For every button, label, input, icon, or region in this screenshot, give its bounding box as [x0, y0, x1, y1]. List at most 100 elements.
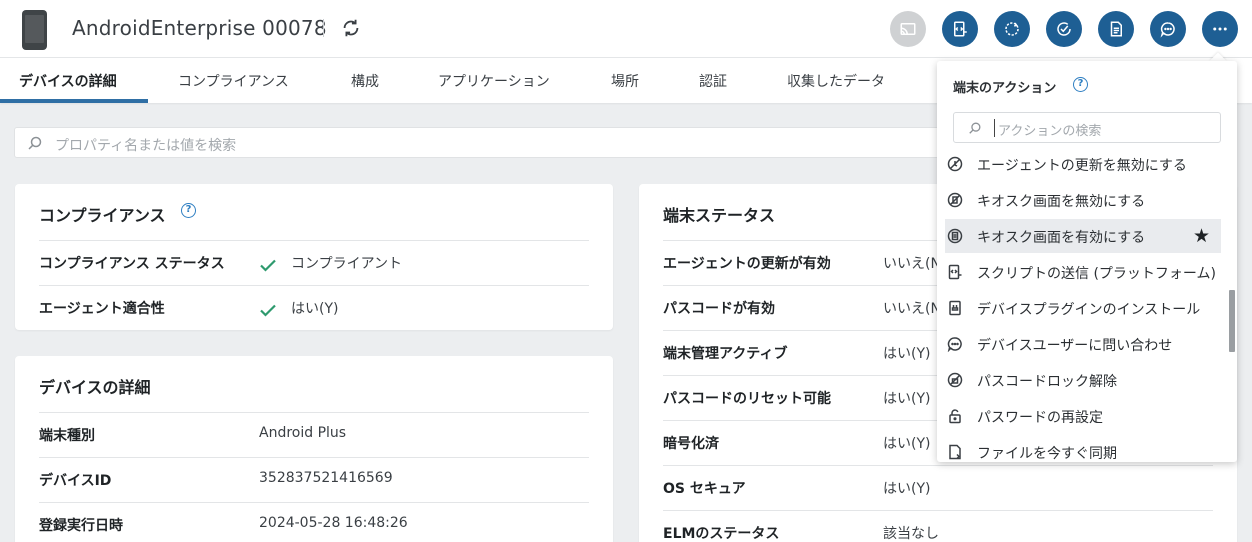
tab-compliance[interactable]: コンプライアンス — [178, 71, 289, 91]
reset-password-icon — [949, 409, 961, 424]
actions-menu-title: 端末のアクション — [953, 81, 1057, 96]
tab-configuration[interactable]: 構成 — [351, 71, 379, 91]
sync-icon — [1005, 22, 1019, 36]
row-divider — [663, 465, 1213, 466]
plugin-icon — [949, 300, 961, 316]
action-item-enable-kiosk[interactable]: キオスク画面を有効にする ★ — [945, 219, 1221, 253]
device-type-value: Android Plus — [259, 425, 347, 441]
device-id-label: デバイスID — [39, 473, 112, 489]
tab-location[interactable]: 場所 — [611, 71, 639, 91]
report-button[interactable] — [1098, 11, 1134, 47]
actions-scrollbar[interactable] — [1229, 290, 1235, 352]
status-label: パスコードのリセット可能 — [663, 391, 831, 407]
search-icon — [28, 136, 42, 150]
status-label: ELMのステータス — [663, 526, 780, 542]
star-icon[interactable]: ★ — [1193, 226, 1210, 246]
status-value: 該当なし — [883, 526, 939, 542]
help-icon[interactable]: ? — [181, 203, 196, 218]
send-script-icon — [954, 21, 967, 37]
script-icon — [948, 264, 962, 280]
row-divider — [39, 240, 589, 241]
device-title: AndroidEnterprise 00078 — [72, 16, 327, 40]
agent-compliance-value: はい(Y) — [291, 301, 339, 317]
row-divider — [39, 457, 589, 458]
action-item-label: キオスク画面を有効にする — [977, 230, 1146, 246]
action-item-install-plugin[interactable]: デバイスプラグインのインストール — [945, 291, 1221, 325]
action-item-disable-kiosk[interactable]: キオスク画面を無効にする — [945, 183, 1221, 217]
search-placeholder: プロパティ名または値を検索 — [55, 138, 237, 154]
status-label: 暗号化済 — [663, 436, 719, 452]
tab-device-details[interactable]: デバイスの詳細 — [19, 71, 117, 91]
contact-user-icon — [947, 337, 962, 352]
action-item-label: キオスク画面を無効にする — [977, 194, 1146, 210]
property-search-input[interactable]: プロパティ名または値を検索 — [14, 127, 974, 158]
unlock-passcode-icon — [947, 372, 963, 388]
more-icon — [1213, 27, 1227, 31]
phone-icon — [22, 10, 47, 50]
device-actions-menu: 端末のアクション ? アクションの検索 エージェントの更新を無効にする キオスク… — [937, 61, 1237, 462]
enable-kiosk-icon — [947, 228, 963, 244]
more-actions-button[interactable] — [1202, 11, 1238, 47]
chat-icon — [1160, 22, 1175, 38]
action-item-reset-password[interactable]: パスワードの再設定 — [945, 399, 1221, 433]
compliance-title: コンプライアンス — [39, 206, 166, 225]
device-details-card: デバイスの詳細 端末種別 Android Plus デバイスID 3528375… — [15, 356, 613, 542]
check-icon — [260, 259, 276, 272]
status-value: はい(Y) — [883, 346, 931, 362]
action-search-placeholder: アクションの検索 — [998, 124, 1102, 139]
tab-applications[interactable]: アプリケーション — [438, 71, 550, 91]
disable-update-icon — [947, 156, 963, 172]
sync-file-icon — [949, 444, 961, 460]
enrollment-date-label: 登録実行日時 — [39, 518, 123, 534]
check-icon — [260, 304, 276, 317]
title-divider — [323, 19, 324, 37]
text-cursor — [994, 119, 995, 137]
cast-icon — [900, 23, 916, 35]
device-status-title: 端末ステータス — [663, 206, 776, 225]
row-divider — [663, 510, 1213, 511]
enrollment-date-value: 2024-05-28 16:48:26 — [259, 515, 408, 531]
send-script-button[interactable] — [942, 11, 978, 47]
status-label: 端末管理アクティブ — [663, 346, 788, 362]
compliance-card: コンプライアンス ? コンプライアンス ステータス コンプライアント エージェン… — [15, 184, 613, 330]
status-label: OS セキュア — [663, 481, 746, 497]
refresh-icon[interactable] — [340, 17, 362, 39]
sync-button[interactable] — [994, 11, 1030, 47]
action-item-label: スクリプトの送信 (プラットフォーム) — [977, 266, 1216, 282]
action-item-unlock-passcode[interactable]: パスコードロック解除 — [945, 363, 1221, 397]
action-item-send-script[interactable]: スクリプトの送信 (プラットフォーム) — [945, 255, 1221, 289]
status-value: いいえ(N — [883, 301, 941, 317]
cast-button[interactable] — [890, 11, 926, 47]
agent-compliance-label: エージェント適合性 — [39, 301, 165, 317]
action-item-label: パスコードロック解除 — [977, 374, 1117, 390]
status-label: パスコードが有効 — [663, 301, 775, 317]
check-compliance-icon — [1057, 22, 1071, 36]
tab-collected-data[interactable]: 収集したデータ — [787, 71, 885, 91]
tab-authentication[interactable]: 認証 — [699, 71, 727, 91]
action-item-disable-agent-update[interactable]: エージェントの更新を無効にする — [945, 147, 1221, 181]
contact-button[interactable] — [1150, 11, 1186, 47]
action-search-input[interactable]: アクションの検索 — [953, 112, 1221, 143]
status-value: はい(Y) — [883, 391, 931, 407]
check-compliance-button[interactable] — [1046, 11, 1082, 47]
status-label: エージェントの更新が有効 — [663, 256, 831, 272]
compliance-status-value: コンプライアント — [291, 256, 403, 272]
help-icon[interactable]: ? — [1073, 77, 1088, 92]
action-item-sync-files[interactable]: ファイルを今すぐ同期 — [945, 435, 1221, 462]
action-item-label: デバイスユーザーに問い合わせ — [977, 338, 1173, 354]
action-item-label: パスワードの再設定 — [977, 410, 1103, 426]
row-divider — [39, 502, 589, 503]
status-value: いいえ(N — [883, 256, 941, 272]
device-id-value: 352837521416569 — [259, 470, 393, 486]
action-item-label: デバイスプラグインのインストール — [977, 302, 1201, 318]
actions-list: エージェントの更新を無効にする キオスク画面を無効にする キオスク画面を有効にす… — [937, 147, 1229, 462]
status-value: はい(Y) — [883, 436, 931, 452]
status-value: はい(Y) — [883, 481, 931, 497]
action-item-contact-user[interactable]: デバイスユーザーに問い合わせ — [945, 327, 1221, 361]
device-type-label: 端末種別 — [39, 428, 95, 444]
row-divider — [39, 412, 589, 413]
disable-kiosk-icon — [947, 192, 963, 208]
device-details-title: デバイスの詳細 — [39, 378, 151, 397]
device-header: AndroidEnterprise 00078 — [0, 0, 1252, 58]
row-divider — [39, 285, 589, 286]
